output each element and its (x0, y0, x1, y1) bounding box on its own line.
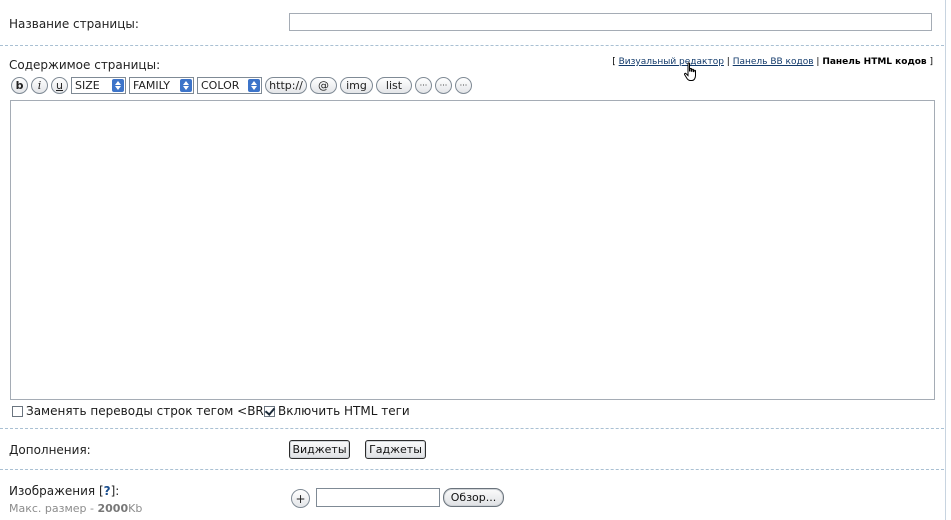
browse-button[interactable]: Обзор... (443, 488, 504, 507)
images-max-size-hint: Макс. размер - 2000Kb (9, 502, 142, 515)
enable-html-option[interactable]: Включить HTML теги (264, 404, 410, 418)
size-select-value: SIZE (75, 78, 100, 92)
list-button[interactable]: list (376, 76, 412, 94)
addons-row: Дополнения: Виджеты Гаджеты (0, 429, 944, 470)
page-title-label: Название страницы: (9, 17, 139, 31)
italic-button[interactable]: i (31, 76, 48, 94)
addons-label: Дополнения: (9, 443, 91, 457)
image-file-input[interactable] (316, 488, 440, 507)
color-select[interactable]: COLOR (197, 76, 262, 94)
link-button[interactable]: http:// (265, 76, 307, 94)
bracket-open: [ (612, 57, 616, 67)
select-arrows-icon (112, 78, 124, 92)
bb-codes-panel-link[interactable]: Панель BB кодов (733, 57, 814, 67)
hint-unit: Kb (128, 502, 143, 515)
widgets-button[interactable]: Виджеты (289, 440, 350, 459)
page-title-input[interactable] (289, 13, 932, 31)
separator: | (816, 57, 820, 67)
images-label-end: ]: (110, 484, 120, 498)
html-toolbar: b i u SIZE FAMILY COLOR http:// @ img li… (11, 76, 472, 94)
editor-mode-links: [ Визуальный редактор | Панель BB кодов … (612, 57, 933, 67)
underline-button[interactable]: u (51, 76, 68, 94)
more-button-3[interactable]: ··· (455, 76, 472, 94)
page-form: Название страницы: Содержимое страницы: … (0, 0, 946, 520)
more-button-2[interactable]: ··· (435, 76, 452, 94)
add-image-button[interactable]: + (291, 489, 310, 508)
size-select[interactable]: SIZE (71, 76, 126, 94)
enable-html-label: Включить HTML теги (278, 404, 410, 418)
hint-size: 2000 (97, 502, 129, 515)
images-label-text: Изображения [ (9, 484, 104, 498)
more-button-1[interactable]: ··· (415, 76, 432, 94)
family-select[interactable]: FAMILY (129, 76, 194, 94)
page-title-row: Название страницы: (0, 0, 944, 46)
hint-prefix: Макс. размер - (9, 502, 98, 515)
color-select-value: COLOR (201, 78, 240, 92)
image-button[interactable]: img (340, 76, 373, 94)
family-select-value: FAMILY (133, 78, 170, 92)
replace-br-checkbox[interactable] (12, 405, 23, 417)
email-button[interactable]: @ (310, 76, 337, 94)
hand-pointer-icon (683, 62, 696, 81)
content-editor-textarea[interactable] (10, 100, 935, 400)
replace-br-option[interactable]: Заменять переводы строк тегом <BR> (12, 404, 274, 418)
content-label: Содержимое страницы: (9, 58, 161, 72)
html-codes-panel-active[interactable]: Панель HTML кодов (822, 57, 926, 67)
visual-editor-link[interactable]: Визуальный редактор (619, 57, 724, 67)
images-help-link[interactable]: ? (104, 484, 111, 498)
select-arrows-icon (248, 78, 260, 92)
images-label: Изображения [?]: (9, 484, 119, 498)
gadgets-button[interactable]: Гаджеты (365, 440, 426, 459)
enable-html-checkbox[interactable] (264, 405, 275, 417)
bracket-close: ] (929, 57, 933, 67)
select-arrows-icon (180, 78, 192, 92)
bold-button[interactable]: b (11, 76, 28, 94)
replace-br-label: Заменять переводы строк тегом <BR> (26, 404, 274, 418)
separator: | (726, 57, 730, 67)
